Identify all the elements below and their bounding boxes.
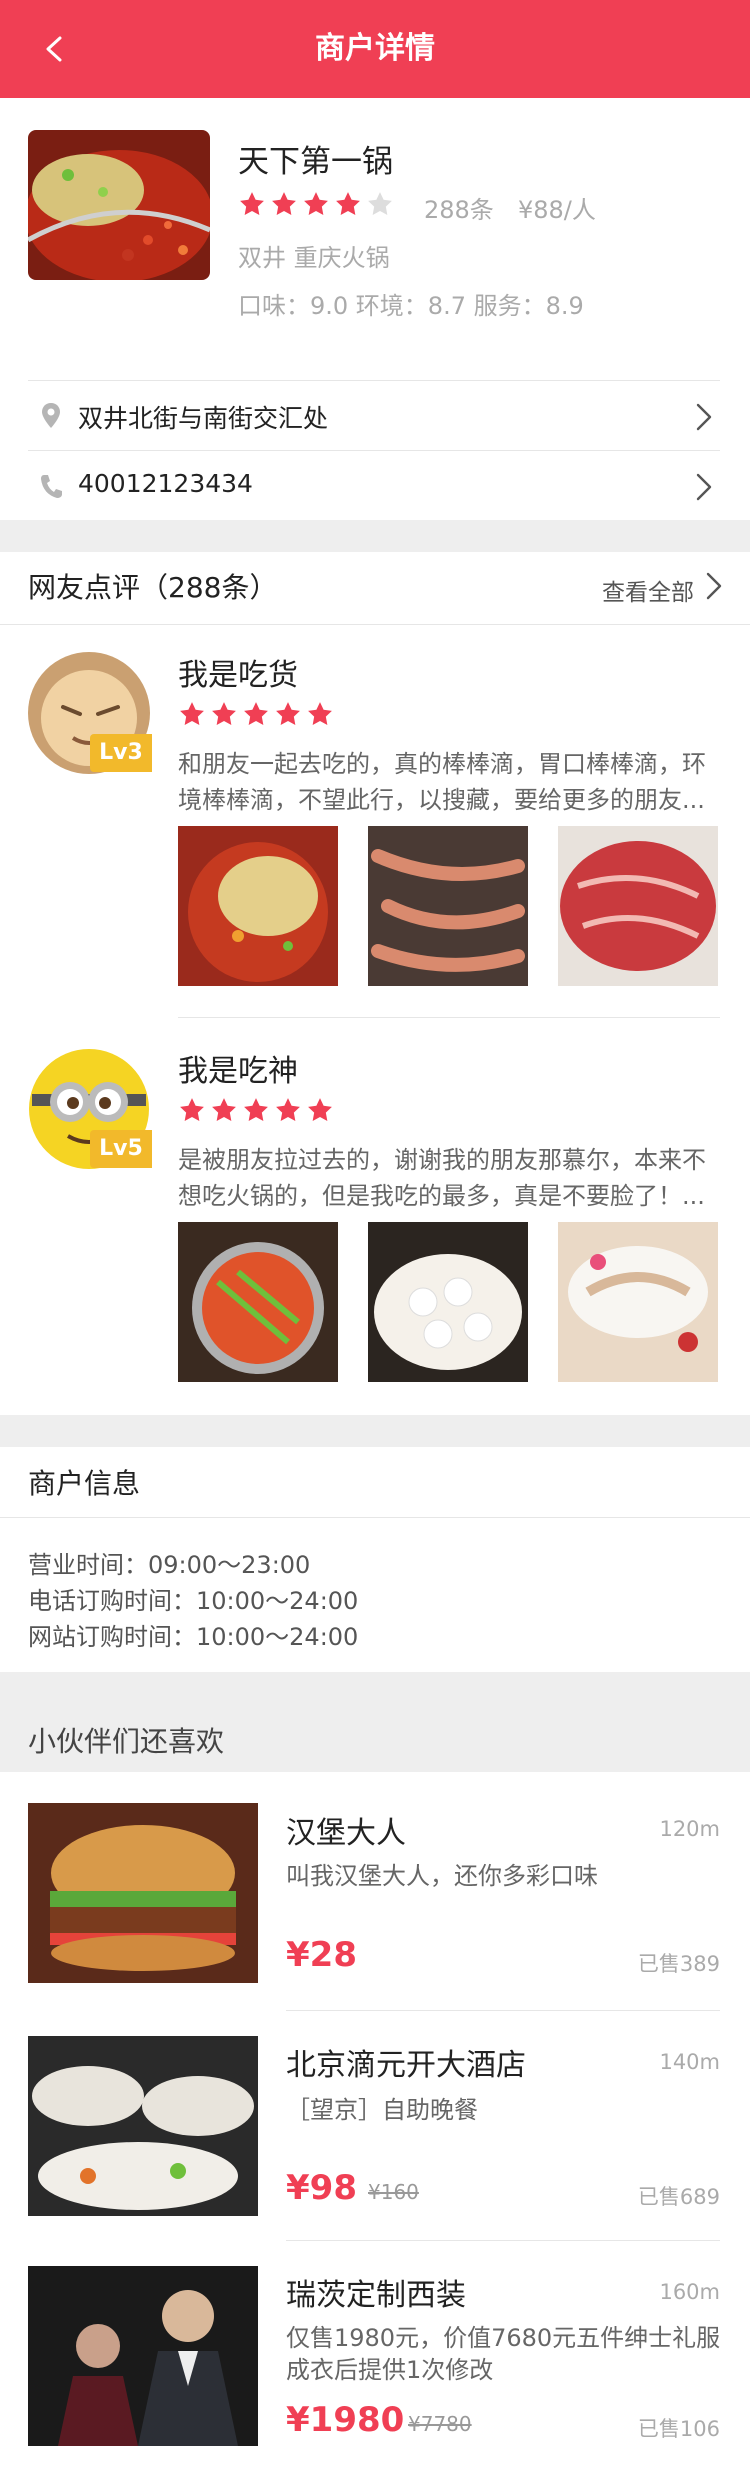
recommend-sold: 已售689: [637, 2185, 720, 2209]
star-filled-icon: [334, 190, 362, 218]
page-title: 商户详情: [315, 31, 435, 66]
review-photo[interactable]: [178, 826, 338, 986]
star-filled-icon: [270, 190, 298, 218]
star-filled-icon: [238, 190, 266, 218]
level-badge: Lv3: [90, 734, 152, 772]
recommend-old-price: ¥7780: [408, 2412, 472, 2436]
shop-name: 天下第一锅: [238, 144, 393, 180]
chevron-right-icon: [696, 473, 712, 501]
address-row[interactable]: 双井北街与南街交汇处: [28, 380, 720, 450]
recommend-title: 小伙伴们还喜欢: [28, 1725, 225, 1758]
shop-price: ¥88/人: [518, 196, 596, 224]
star-empty-icon: [366, 190, 394, 218]
recommend-sold: 已售106: [637, 2417, 720, 2441]
star-filled-icon: [274, 1096, 302, 1124]
recommend-name[interactable]: 汉堡大人: [286, 1808, 406, 1852]
star-filled-icon: [306, 700, 334, 728]
phone-order-hours: 电话订购时间：10:00～24:00: [28, 1587, 359, 1615]
reviewer-name: 我是吃货: [178, 658, 298, 693]
recommend-name[interactable]: 瑞茨定制西装: [286, 2270, 466, 2314]
shop-review-count: 288条: [424, 196, 494, 224]
divider: [0, 1517, 750, 1518]
phone-icon: [41, 475, 62, 498]
business-hours: 营业时间：09:00～23:00: [28, 1551, 311, 1579]
web-order-hours: 网站订购时间：10:00～24:00: [28, 1623, 359, 1651]
recommend-desc: 仅售1980元，价值7680元五件绅士礼服成衣后提供1次修改: [286, 2324, 721, 2384]
section-divider: [0, 1415, 750, 1447]
review-stars: [178, 1096, 338, 1124]
review-photo[interactable]: [368, 826, 528, 986]
recommend-price: ¥1980: [286, 2400, 405, 2440]
recommend-distance: 140m: [659, 2050, 720, 2074]
review-text: 是被朋友拉过去的，谢谢我的朋友那慕尔，本来不想吃火锅的，但是我吃的最多，真是不要…: [178, 1146, 706, 1210]
merchant-info-title: 商户信息: [28, 1467, 141, 1500]
reviews-title: 网友点评（288条）: [28, 571, 278, 604]
review-text: 和朋友一起去吃的，真的棒棒滴，胃口棒棒滴，环境棒棒滴，不望此行，以搜藏，要给更多…: [178, 750, 706, 814]
recommend-price: ¥28: [286, 1935, 357, 1975]
star-filled-icon: [242, 700, 270, 728]
star-filled-icon: [210, 1096, 238, 1124]
recommend-distance: 120m: [659, 1817, 720, 1841]
recommend-sold: 已售389: [637, 1952, 720, 1976]
phone-row[interactable]: 40012123434: [28, 450, 720, 520]
reviewer-name: 我是吃神: [178, 1054, 298, 1089]
recommend-photo[interactable]: [28, 2266, 258, 2446]
location-pin-icon: [42, 403, 60, 428]
recommend-name[interactable]: 北京滴元开大酒店: [286, 2040, 526, 2084]
divider: [286, 2010, 720, 2011]
top-bar: 商户详情: [0, 0, 750, 98]
shop-photo[interactable]: [28, 130, 210, 280]
review-photo[interactable]: [368, 1222, 528, 1382]
shop-scores: 口味：9.0 环境：8.7 服务：8.9: [238, 292, 584, 320]
recommend-old-price: ¥160: [368, 2180, 419, 2204]
review-photo[interactable]: [558, 826, 718, 986]
recommend-distance: 160m: [659, 2280, 720, 2304]
star-filled-icon: [178, 700, 206, 728]
shop-category: 双井 重庆火锅: [238, 244, 390, 272]
level-badge: Lv5: [90, 1130, 152, 1168]
recommend-desc: 叫我汉堡大人，还你多彩口味: [286, 1862, 598, 1890]
review-photo[interactable]: [558, 1222, 718, 1382]
divider: [178, 1017, 720, 1018]
review-photo[interactable]: [178, 1222, 338, 1382]
star-filled-icon: [210, 700, 238, 728]
recommend-photo[interactable]: [28, 1803, 258, 1983]
star-filled-icon: [242, 1096, 270, 1124]
phone-text: 40012123434: [78, 469, 253, 498]
star-filled-icon: [274, 700, 302, 728]
see-all-reviews-link[interactable]: 查看全部: [602, 573, 694, 607]
recommend-photo[interactable]: [28, 2036, 258, 2216]
divider: [0, 624, 750, 625]
chevron-right-icon: [696, 403, 712, 431]
section-divider: [0, 520, 750, 552]
shop-rating-stars: [238, 190, 398, 218]
address-text: 双井北街与南街交汇处: [78, 404, 329, 433]
recommend-desc: ［望京］自助晚餐: [286, 2096, 478, 2124]
divider: [286, 2240, 720, 2241]
recommend-price: ¥98: [286, 2168, 357, 2208]
star-filled-icon: [302, 190, 330, 218]
chevron-right-icon[interactable]: [706, 572, 722, 600]
star-filled-icon: [178, 1096, 206, 1124]
review-stars: [178, 700, 338, 728]
star-filled-icon: [306, 1096, 334, 1124]
